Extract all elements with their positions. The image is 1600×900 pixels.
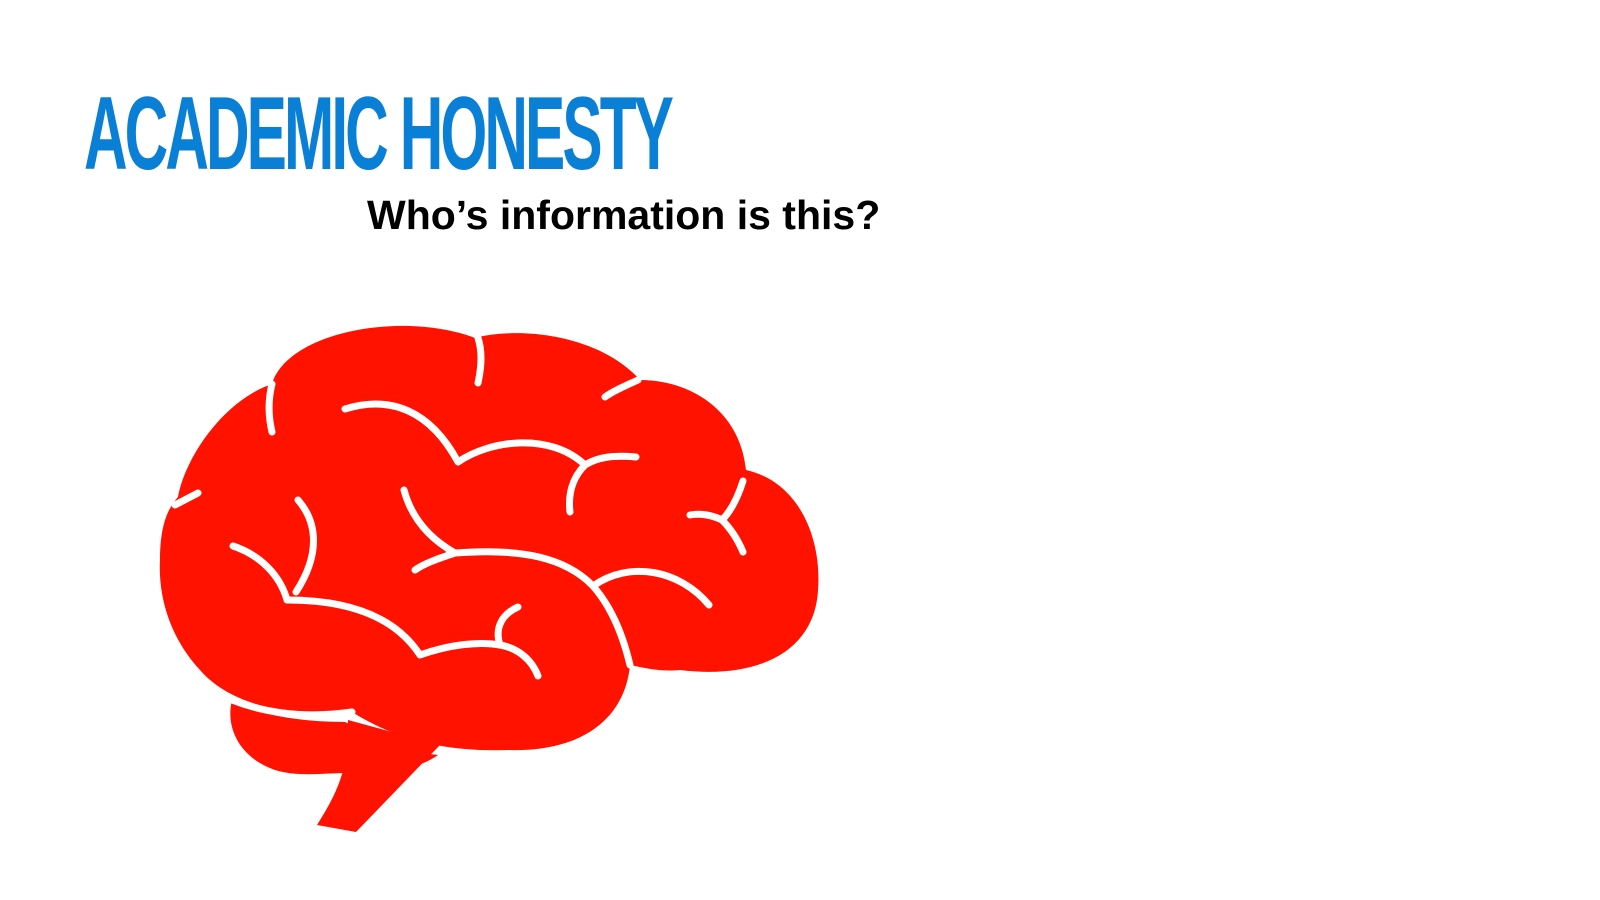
cerebrum-shape bbox=[159, 325, 819, 751]
brain-icon bbox=[159, 325, 819, 832]
slide: ACADEMIC HONESTY Who’s information is th… bbox=[0, 0, 1600, 900]
